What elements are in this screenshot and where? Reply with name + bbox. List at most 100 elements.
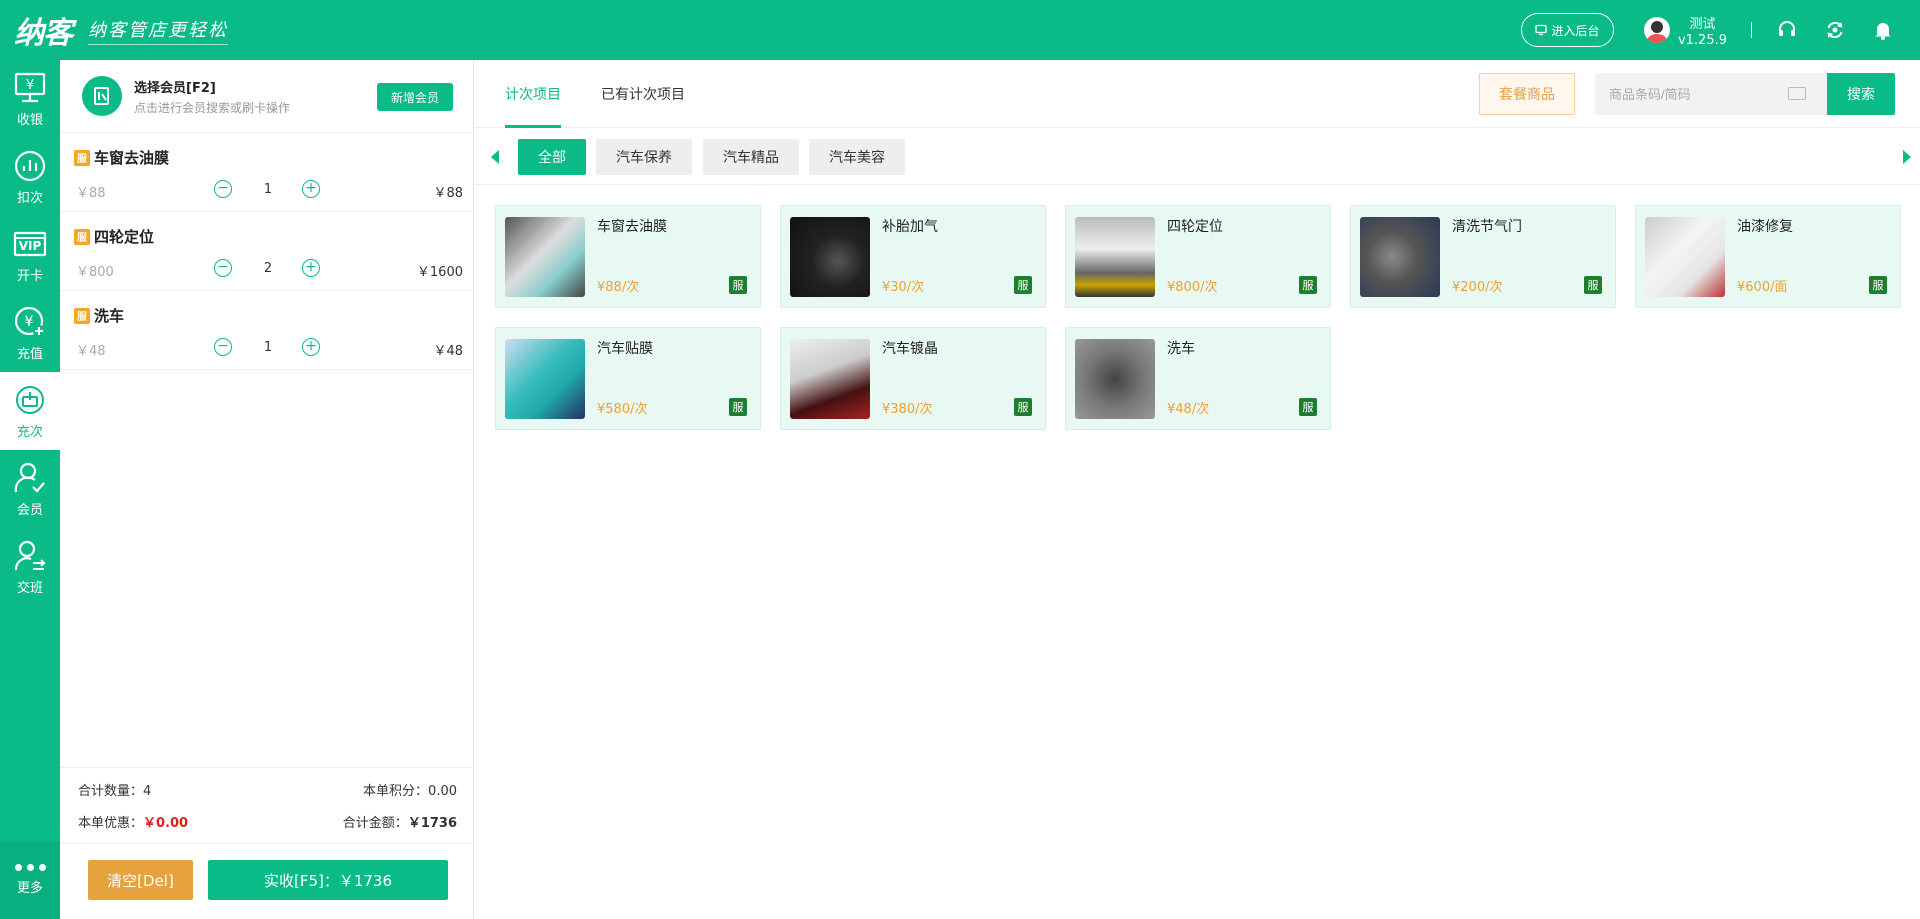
divider [1751,22,1752,38]
category-all[interactable]: 全部 [518,139,586,175]
increase-qty-button[interactable]: + [302,180,320,198]
recharge-times-icon [16,385,44,414]
app-version: v1.25.9 [1677,32,1727,48]
nav-item-recharge[interactable]: ¥ 充值 [0,294,60,372]
member-card-icon [82,76,122,116]
product-name: 汽车贴膜 [597,341,653,357]
cart-item: 服车窗去油膜 ￥88 − 1 + ￥88 [60,133,473,212]
category-accessories[interactable]: 汽车精品 [703,139,799,175]
product-image [505,339,585,419]
cashier-icon: ¥ [14,72,46,102]
category-beauty[interactable]: 汽车美容 [809,139,905,175]
refresh-icon[interactable] [1824,19,1846,41]
product-card[interactable]: 补胎加气 ¥30/次 服 [780,205,1046,308]
search-button[interactable]: 搜索 [1827,73,1895,115]
product-card[interactable]: 洗车 ¥48/次 服 [1065,327,1331,430]
service-badge: 服 [729,398,747,416]
add-member-button[interactable]: 新增会员 [377,83,453,111]
order-discount: 本单优惠：￥0.00 [78,816,189,831]
product-name: 四轮定位 [1167,219,1223,235]
user-info[interactable]: 测试 v1.25.9 [1678,13,1727,48]
enter-admin-label: 进入后台 [1551,23,1600,38]
product-image [1075,217,1155,297]
increase-qty-button[interactable]: + [302,338,320,356]
scroll-left-icon[interactable] [491,150,499,164]
product-card[interactable]: 汽车贴膜 ¥580/次 服 [495,327,761,430]
product-image [1645,217,1725,297]
product-image [790,217,870,297]
product-image [1360,217,1440,297]
nav-item-deduct[interactable]: 扣次 [0,138,60,216]
total-count: 合计数量：4 [78,784,152,799]
service-badge: 服 [1014,276,1032,294]
cart-summary: 合计数量：4 本单积分：0.00 本单优惠：￥0.00 合计金额：￥1736 [60,767,473,843]
product-image [790,339,870,419]
monitor-icon [1535,24,1548,36]
shift-icon [14,540,46,570]
cart-item-name: 洗车 [94,307,125,325]
nav-more[interactable]: 更多 [0,841,60,919]
order-points: 本单积分：0.00 [363,784,457,799]
service-badge: 服 [74,307,90,324]
decrease-qty-button[interactable]: − [214,338,232,356]
product-price: ¥88/次 [597,280,640,295]
product-card[interactable]: 油漆修复 ¥600/面 服 [1635,205,1901,308]
service-badge: 服 [1584,276,1602,294]
cart-item-name-row: 服洗车 [74,305,124,326]
product-price: ¥200/次 [1452,280,1503,295]
nav-item-member[interactable]: 会员 [0,450,60,528]
category-maintenance[interactable]: 汽车保养 [596,139,692,175]
product-image [1075,339,1155,419]
cart-item-unit-price: ￥88 [76,186,106,201]
cart-item-qty[interactable]: 1 [240,182,296,197]
product-card[interactable]: 汽车镀晶 ¥380/次 服 [780,327,1046,430]
enter-admin-button[interactable]: 进入后台 [1520,13,1614,47]
user-avatar[interactable] [1643,17,1670,43]
bell-icon[interactable] [1872,19,1894,41]
nav-more-label: 更多 [16,881,43,896]
product-price: ¥600/面 [1737,280,1788,295]
product-card[interactable]: 四轮定位 ¥800/次 服 [1065,205,1331,308]
cart-item-qty[interactable]: 2 [240,261,296,276]
main-content: 计次项目 已有计次项目 套餐商品 搜索 全部 汽车保养 汽车精品 汽车美容 车窗… [475,60,1920,919]
product-name: 洗车 [1167,341,1195,357]
nav-item-recharge-times[interactable]: 充次 [0,372,60,450]
top-bar: 纳客 纳客管店更轻松 进入后台 测试 v1.25.9 [0,0,1920,60]
checkout-button[interactable]: 实收[F5]：￥1736 [208,860,448,900]
service-badge: 服 [1299,398,1317,416]
nav-label: 交班 [16,580,43,596]
product-card[interactable]: 清洗节气门 ¥200/次 服 [1350,205,1616,308]
cart-item-total: ￥88 [433,186,463,201]
nav-item-open-card[interactable]: VIP 开卡 [0,216,60,294]
tabs-bar: 计次项目 已有计次项目 套餐商品 搜索 [475,60,1920,128]
scroll-right-icon[interactable] [1903,150,1911,164]
nav-item-shift[interactable]: 交班 [0,528,60,606]
headset-icon[interactable] [1776,19,1798,41]
more-dots-icon [14,864,46,871]
nav-item-cashier[interactable]: ¥ 收银 [0,60,60,138]
decrease-qty-button[interactable]: − [214,259,232,277]
service-badge: 服 [1869,276,1887,294]
svg-text:¥: ¥ [26,78,34,93]
app-logo: 纳客 [14,16,73,51]
service-badge: 服 [729,276,747,294]
cart-item: 服洗车 ￥48 − 1 + ￥48 [60,291,473,370]
keyboard-icon[interactable] [1788,87,1806,100]
nav-label: 扣次 [16,190,43,206]
product-card[interactable]: 车窗去油膜 ¥88/次 服 [495,205,761,308]
product-name: 汽车镀晶 [882,341,938,357]
cart-item-qty[interactable]: 1 [240,340,296,355]
nav-label: 充次 [16,424,43,440]
increase-qty-button[interactable]: + [302,259,320,277]
cart-item-name: 车窗去油膜 [94,149,170,167]
nav-label: 会员 [16,502,43,518]
tab-existing-count-items[interactable]: 已有计次项目 [601,84,685,104]
tab-count-items[interactable]: 计次项目 [505,84,561,104]
member-selector[interactable]: 选择会员[F2] 点击进行会员搜索或刷卡操作 新增会员 [60,60,473,133]
clear-cart-button[interactable]: 清空[Del] [88,860,193,900]
decrease-qty-button[interactable]: − [214,180,232,198]
package-products-button[interactable]: 套餐商品 [1479,73,1575,115]
service-badge: 服 [1299,276,1317,294]
total-amount: 合计金额：￥1736 [342,816,457,831]
product-price: ¥30/次 [882,280,925,295]
